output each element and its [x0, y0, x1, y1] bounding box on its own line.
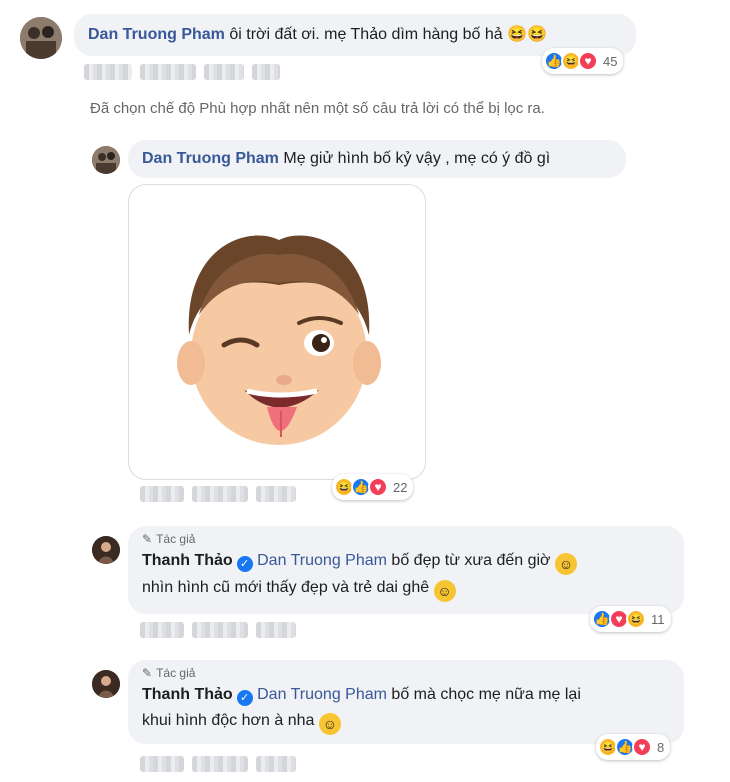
- comment-text: ôi trời đất ơi. mẹ Thảo dìm hàng bố hả: [229, 26, 503, 43]
- filter-notice: Đã chọn chế độ Phù hợp nhất nên một số c…: [90, 100, 545, 117]
- reaction-summary[interactable]: 😆 👍 ♥ 22: [332, 474, 414, 500]
- reaction-count: 11: [651, 611, 665, 627]
- reply-bubble: ✎ Tác giả Thanh Thảo ✓ Dan Truong Pham bố…: [128, 526, 684, 614]
- reaction-count: 45: [603, 53, 618, 69]
- reply-actions: [140, 486, 296, 502]
- smile-emoji-icon: ☺: [433, 580, 456, 602]
- verified-badge-icon: ✓: [236, 690, 253, 706]
- haha-icon: 😆: [626, 609, 646, 629]
- reply-author[interactable]: Dan Truong Pham: [142, 150, 279, 167]
- verified-badge-icon: ✓: [236, 556, 253, 572]
- pencil-icon: ✎: [142, 666, 153, 680]
- comment-emojis: 😆😆: [507, 26, 547, 43]
- smile-emoji-icon: ☺: [318, 713, 341, 735]
- reaction-summary[interactable]: 👍 ♥ 😆 11: [590, 606, 671, 632]
- memoji-wink-sticker: [177, 235, 381, 445]
- reply-author[interactable]: Thanh Thảo: [142, 686, 233, 703]
- reply-text-line2: nhìn hình cũ mới thấy đẹp và trẻ dai ghê: [142, 579, 430, 596]
- author-badge: ✎ Tác giả: [142, 666, 196, 680]
- reaction-count: 8: [657, 739, 665, 755]
- sticker-image[interactable]: [128, 184, 426, 480]
- reply-text: Mẹ giử hình bố kỷ vậy , mẹ có ý đồ gì: [283, 150, 551, 167]
- avatar[interactable]: [92, 536, 120, 564]
- reaction-summary[interactable]: 😆 👍 ♥ 8: [596, 734, 671, 760]
- avatar[interactable]: [92, 146, 120, 174]
- reaction-count: 22: [393, 479, 408, 495]
- avatar[interactable]: [92, 670, 120, 698]
- comment-actions: [84, 64, 280, 80]
- avatar[interactable]: [20, 17, 62, 59]
- reaction-summary[interactable]: 👍 😆 ♥ 45: [542, 48, 624, 74]
- reply-actions: [140, 756, 296, 772]
- smile-emoji-icon: ☺: [555, 553, 577, 575]
- love-icon: ♥: [632, 737, 652, 757]
- reply-mention[interactable]: Dan Truong Pham: [257, 552, 387, 569]
- reply-mention[interactable]: Dan Truong Pham: [257, 686, 387, 703]
- reply-text-line2: khui hình độc hơn à nha: [142, 712, 315, 729]
- reply-bubble: ✎ Tác giả Thanh Thảo ✓ Dan Truong Pham bố…: [128, 660, 684, 744]
- reply-text-line1: bố đẹp từ xưa đến giờ: [391, 552, 551, 569]
- reply-text-line1: bố mà chọc mẹ nữa mẹ lại: [391, 686, 581, 703]
- comment-author[interactable]: Dan Truong Pham: [88, 26, 225, 43]
- pencil-icon: ✎: [142, 532, 153, 546]
- author-badge: ✎ Tác giả: [142, 532, 196, 546]
- reply-bubble: Dan Truong Pham Mẹ giử hình bố kỷ vậy , …: [128, 140, 626, 178]
- love-icon: ♥: [368, 477, 388, 497]
- love-icon: ♥: [578, 51, 598, 71]
- reply-author[interactable]: Thanh Thảo: [142, 552, 233, 569]
- reply-actions: [140, 622, 296, 638]
